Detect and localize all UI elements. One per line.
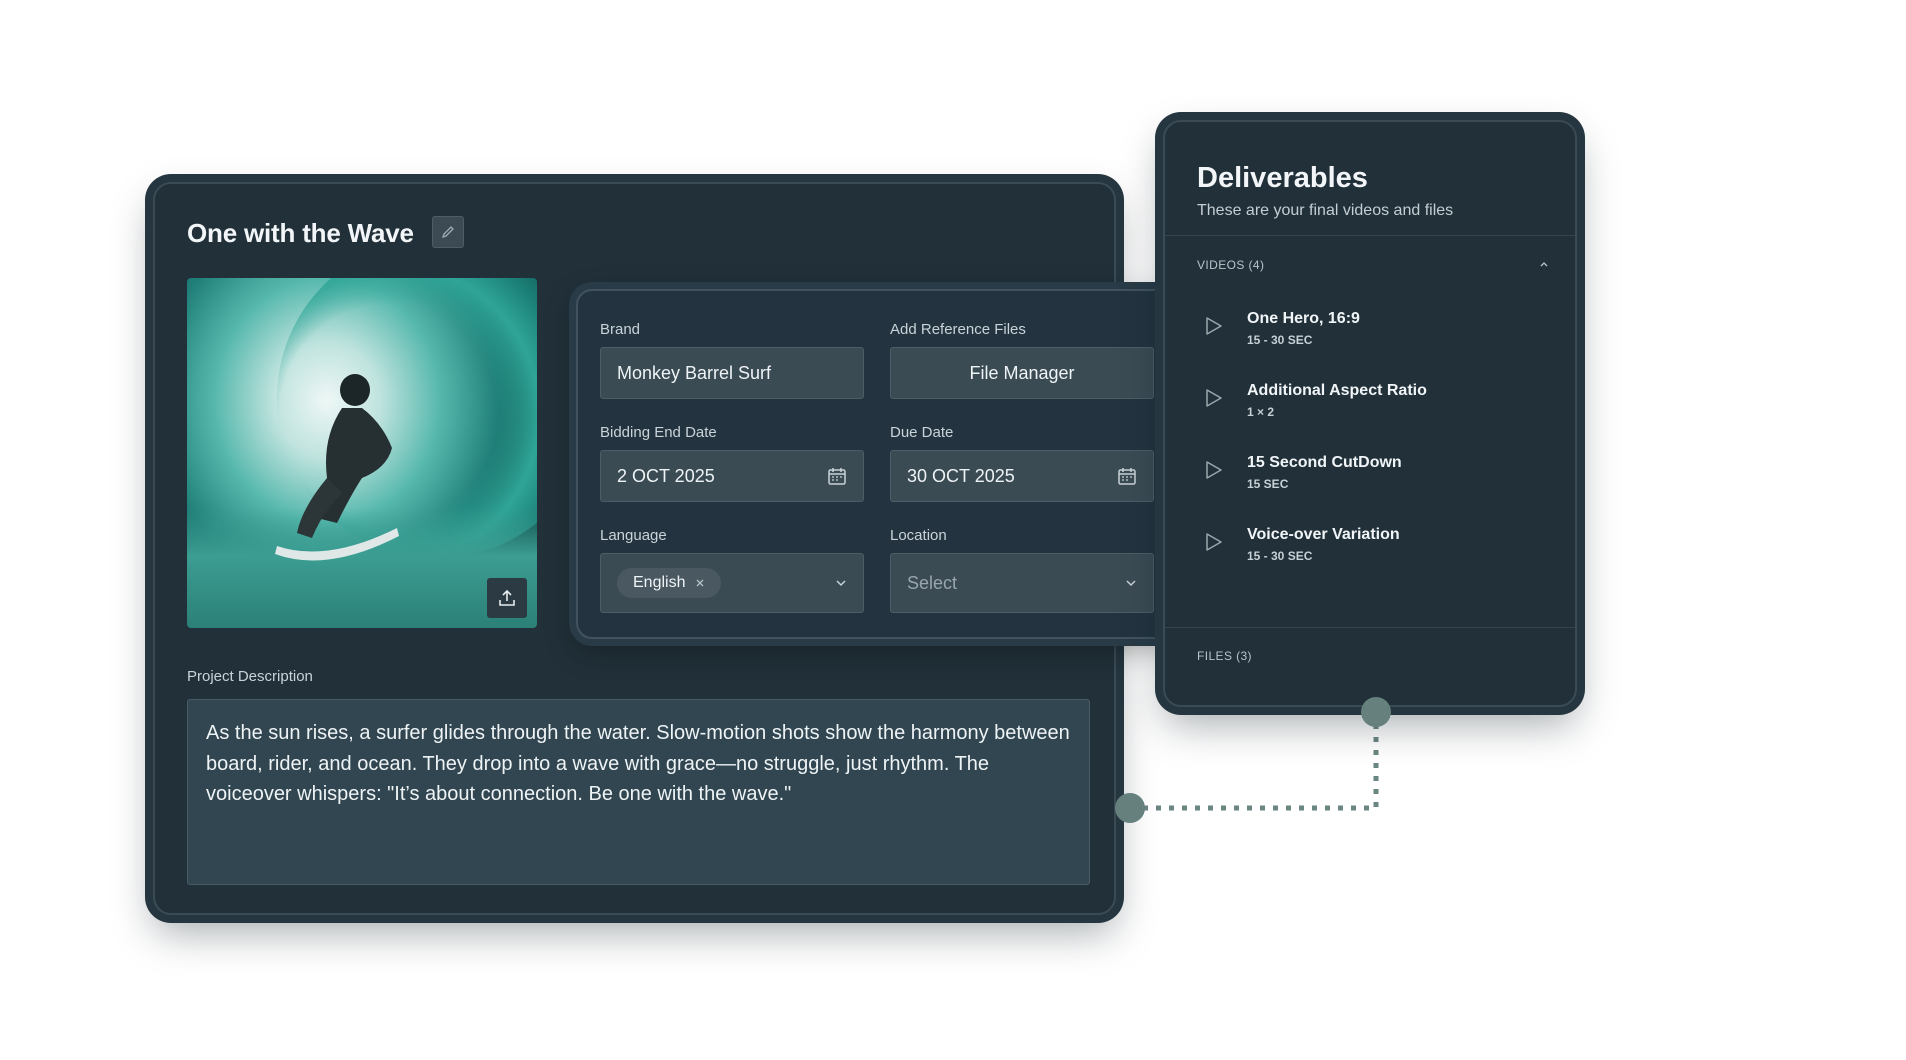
project-description-field[interactable]: As the sun rises, a surfer glides throug… [187,699,1090,885]
connector-dot-end [1361,697,1391,727]
bidding-end-date-field[interactable]: 2 OCT 2025 [600,450,864,502]
edit-title-button[interactable] [432,216,464,248]
video-duration: 15 - 30 SEC [1247,333,1313,347]
video-item[interactable]: One Hero, 16:9 15 - 30 SEC [1205,310,1545,360]
due-date-value: 30 OCT 2025 [907,465,1015,486]
pencil-icon [441,226,454,239]
video-name: Voice-over Variation [1247,526,1400,543]
deliverables-subtitle: These are your final videos and files [1197,202,1454,219]
chevron-up-icon[interactable] [1539,261,1549,268]
language-select[interactable]: English [600,553,864,613]
divider [1165,235,1575,236]
brand-field[interactable]: Monkey Barrel Surf [600,347,864,399]
video-name: Additional Aspect Ratio [1247,382,1427,399]
due-date-label: Due Date [890,424,954,441]
brand-label: Brand [600,321,641,338]
video-item[interactable]: Voice-over Variation 15 - 30 SEC [1205,526,1545,576]
bidding-end-date-label: Bidding End Date [600,424,717,441]
due-date-field[interactable]: 30 OCT 2025 [890,450,1154,502]
project-title: One with the Wave [187,218,414,248]
video-item[interactable]: Additional Aspect Ratio 1 × 2 [1205,382,1545,432]
calendar-icon[interactable] [1117,466,1137,486]
video-duration: 15 SEC [1247,477,1289,491]
videos-section-label[interactable]: VIDEOS (4) [1197,258,1264,272]
divider [1165,627,1575,628]
video-duration: 15 - 30 SEC [1247,549,1313,563]
chevron-down-icon [1126,580,1136,587]
connector-dot-start [1115,793,1145,823]
deliverables-card: Deliverables These are your final videos… [1163,120,1577,707]
surfer-figure [275,374,399,561]
play-icon[interactable] [1205,388,1223,408]
files-section-label[interactable]: FILES (3) [1197,649,1252,663]
location-placeholder: Select [907,572,958,593]
play-icon[interactable] [1205,316,1223,336]
close-icon[interactable] [695,578,705,588]
video-duration: 1 × 2 [1247,405,1275,419]
video-name: One Hero, 16:9 [1247,310,1360,327]
file-manager-button[interactable]: File Manager [890,347,1154,399]
project-hero-image [187,278,537,628]
project-details-form: Brand Monkey Barrel Surf Add Reference F… [576,289,1174,639]
project-description-label: Project Description [187,668,313,685]
reference-files-label: Add Reference Files [890,321,1026,338]
location-select[interactable]: Select [890,553,1154,613]
upload-image-button[interactable] [487,578,527,618]
calendar-icon[interactable] [827,466,847,486]
upload-icon [499,589,515,606]
bidding-end-date-value: 2 OCT 2025 [617,465,715,486]
deliverables-title: Deliverables [1197,162,1368,194]
location-label: Location [890,527,947,544]
video-name: 15 Second CutDown [1247,454,1402,471]
file-manager-label: File Manager [969,362,1075,383]
language-chip-label: English [633,574,686,591]
chevron-down-icon [836,580,846,587]
language-chip: English [617,568,722,598]
play-icon[interactable] [1205,460,1223,480]
video-item[interactable]: 15 Second CutDown 15 SEC [1205,454,1545,504]
language-label: Language [600,527,667,544]
play-icon[interactable] [1205,532,1223,552]
brand-value: Monkey Barrel Surf [617,362,772,383]
